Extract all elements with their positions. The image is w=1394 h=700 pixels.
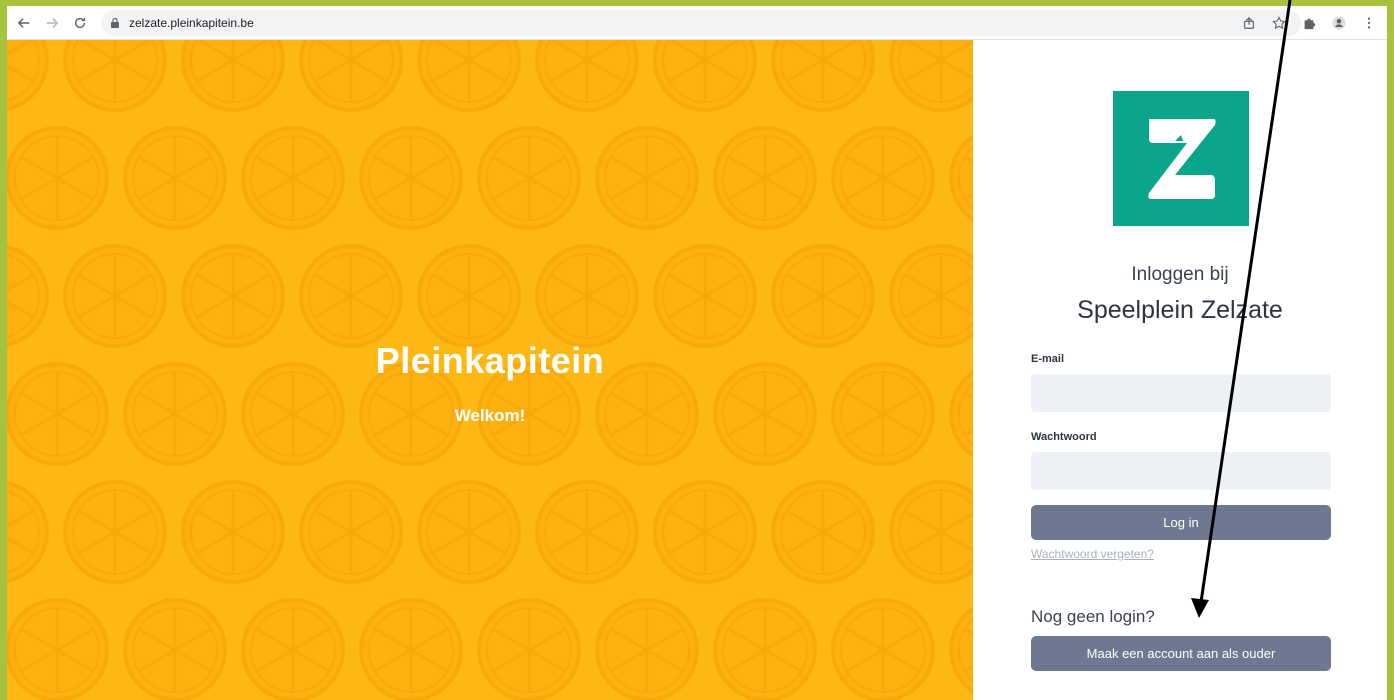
lock-icon <box>111 17 119 28</box>
orange-slice-decoration <box>535 244 639 348</box>
profile-icon[interactable] <box>1329 13 1349 33</box>
orange-slice-decoration <box>831 598 935 700</box>
orange-slice-decoration <box>889 40 973 112</box>
orange-slice-decoration <box>771 244 875 348</box>
orange-slice-decoration <box>831 126 935 230</box>
no-login-text: Nog geen login? <box>1031 607 1155 626</box>
address-bar[interactable]: zelzate.pleinkapitein.be <box>101 9 1301 36</box>
orange-slice-decoration <box>771 480 875 584</box>
orange-slice-decoration <box>7 40 49 112</box>
reload-icon[interactable] <box>69 12 91 34</box>
welcome-hero: Pleinkapitein Welkom! <box>7 40 973 700</box>
orange-slice-decoration <box>299 244 403 348</box>
browser-window: zelzate.pleinkapitein.be Pleinkapitein W… <box>7 6 1387 700</box>
welcome-text: Welkom! <box>454 406 526 425</box>
orange-slice-decoration <box>713 598 817 700</box>
login-button[interactable]: Log in <box>1031 505 1331 540</box>
password-label: Wachtwoord <box>1031 431 1097 443</box>
orange-slice-decoration <box>123 126 227 230</box>
star-icon[interactable] <box>1269 13 1289 33</box>
orange-slice-decoration <box>181 480 285 584</box>
kebab-menu-icon[interactable] <box>1359 13 1379 33</box>
orange-slice-decoration <box>299 480 403 584</box>
orange-slice-decoration <box>535 40 639 112</box>
organisation-name: Speelplein Zelzate <box>1077 296 1283 324</box>
orange-slice-decoration <box>889 480 973 584</box>
create-parent-account-button[interactable]: Maak een account aan als ouder <box>1031 636 1331 671</box>
orange-slice-decoration <box>949 126 973 230</box>
orange-slice-decoration <box>7 126 109 230</box>
organisation-logo <box>1113 91 1249 226</box>
orange-slice-decoration <box>63 40 167 112</box>
share-icon[interactable] <box>1239 13 1259 33</box>
orange-slice-decoration <box>417 40 521 112</box>
orange-slice-decoration <box>477 126 581 230</box>
orange-slice-decoration <box>653 480 757 584</box>
orange-slice-decoration <box>7 598 109 700</box>
password-field[interactable] <box>1031 452 1331 490</box>
orange-slice-decoration <box>771 40 875 112</box>
orange-slice-decoration <box>181 244 285 348</box>
url-text: zelzate.pleinkapitein.be <box>129 15 254 30</box>
orange-slice-decoration <box>477 598 581 700</box>
orange-slice-decoration <box>535 480 639 584</box>
puzzle-icon[interactable] <box>1299 13 1319 33</box>
orange-slice-decoration <box>889 244 973 348</box>
orange-slice-decoration <box>181 40 285 112</box>
orange-slice-decoration <box>123 598 227 700</box>
orange-slice-decoration <box>713 126 817 230</box>
orange-slice-decoration <box>63 244 167 348</box>
z-logo-icon <box>1113 91 1249 226</box>
orange-slice-decoration <box>63 480 167 584</box>
back-arrow-icon[interactable] <box>13 12 35 34</box>
forgot-password-link[interactable]: Wachtwoord vergeten? <box>1031 547 1154 561</box>
login-heading-pre: Inloggen bij <box>1131 264 1229 285</box>
orange-slice-decoration <box>417 480 521 584</box>
orange-slice-decoration <box>653 244 757 348</box>
orange-slice-decoration <box>653 40 757 112</box>
orange-slice-decoration <box>7 244 49 348</box>
login-panel: Inloggen bij Speelplein Zelzate E-mail W… <box>973 40 1387 700</box>
orange-slice-decoration <box>241 598 345 700</box>
orange-slice-decoration <box>359 126 463 230</box>
browser-toolbar: zelzate.pleinkapitein.be <box>7 6 1387 40</box>
orange-slice-decoration <box>595 598 699 700</box>
orange-slice-decoration <box>949 598 973 700</box>
email-field[interactable] <box>1031 374 1331 412</box>
orange-slice-decoration <box>417 244 521 348</box>
orange-slice-decoration <box>7 480 49 584</box>
orange-slice-decoration <box>241 126 345 230</box>
email-label: E-mail <box>1031 353 1065 365</box>
orange-slice-decoration <box>299 40 403 112</box>
forward-arrow-icon[interactable] <box>41 12 63 34</box>
orange-slice-decoration <box>359 598 463 700</box>
orange-slice-decoration <box>595 126 699 230</box>
app-title: Pleinkapitein <box>375 340 605 381</box>
